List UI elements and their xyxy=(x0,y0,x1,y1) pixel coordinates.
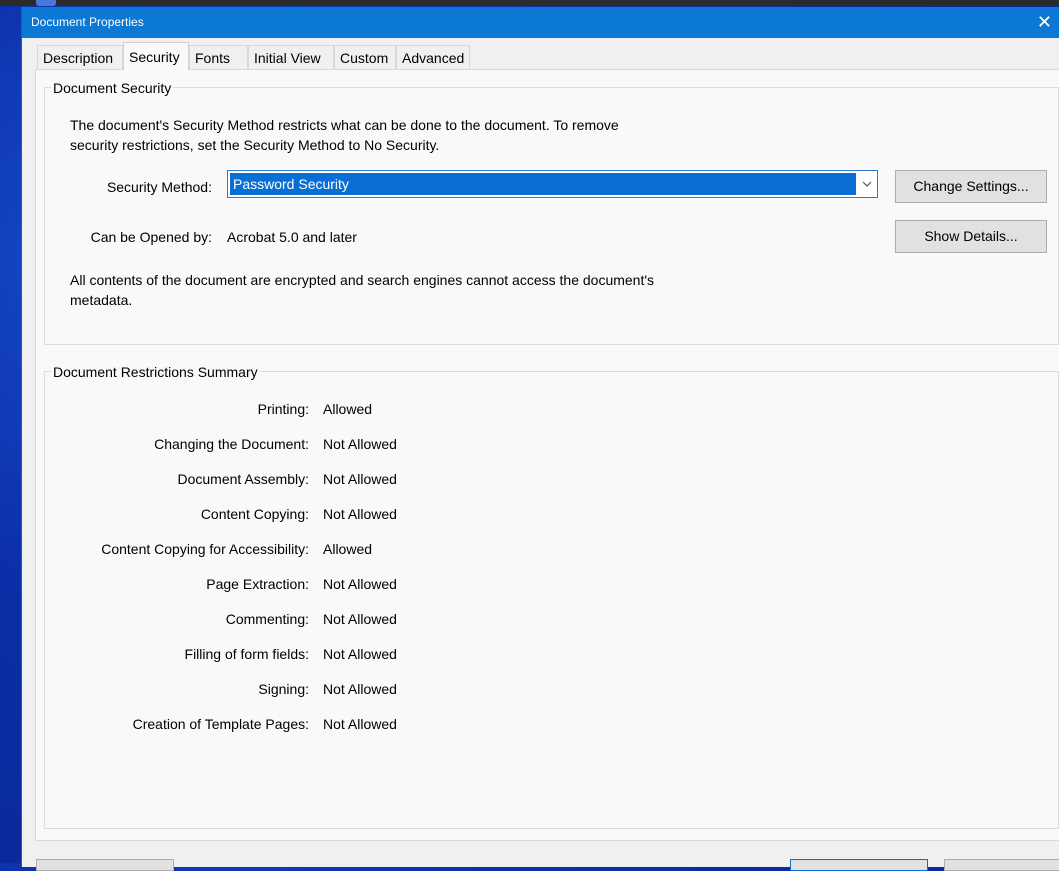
restriction-label: Creation of Template Pages: xyxy=(132,716,309,732)
restriction-value: Not Allowed xyxy=(323,471,397,487)
ok-button[interactable] xyxy=(790,859,928,871)
restrictions-summary-legend: Document Restrictions Summary xyxy=(51,363,260,381)
encryption-note-line-2: metadata. xyxy=(70,292,133,308)
document-security-group: Document Security The document's Securit… xyxy=(44,79,1059,345)
tab-security[interactable]: Security xyxy=(123,42,189,70)
restrictions-summary-group: Document Restrictions Summary Printing: A… xyxy=(44,363,1059,829)
security-description-line-1: The document's Security Method restricts… xyxy=(70,117,619,133)
restriction-label: Page Extraction: xyxy=(206,576,309,592)
tab-description[interactable]: Description xyxy=(37,45,123,69)
security-tab-panel: Document Security The document's Securit… xyxy=(35,69,1059,841)
opened-by-label: Can be Opened by: xyxy=(90,229,212,245)
restriction-value: Not Allowed xyxy=(323,716,397,732)
opened-by-value: Acrobat 5.0 and later xyxy=(227,229,357,245)
document-security-legend: Document Security xyxy=(51,79,174,97)
close-icon[interactable]: ✕ xyxy=(1037,10,1052,34)
restriction-label: Changing the Document: xyxy=(154,436,309,452)
restriction-value: Allowed xyxy=(323,401,373,417)
security-description-line-2: security restrictions, set the Security … xyxy=(70,137,440,153)
restriction-value: Not Allowed xyxy=(323,506,397,522)
taskbar-strip xyxy=(0,0,1059,6)
restriction-value: Not Allowed xyxy=(323,436,397,452)
restriction-label: Document Assembly: xyxy=(177,471,310,487)
restriction-value: Not Allowed xyxy=(323,646,397,662)
security-method-value: Password Security xyxy=(230,173,856,195)
restriction-label: Content Copying for Accessibility: xyxy=(101,541,309,557)
tab-initial-view[interactable]: Initial View xyxy=(248,45,334,69)
restriction-label: Filling of form fields: xyxy=(184,646,309,662)
restriction-value: Not Allowed xyxy=(323,681,397,697)
restriction-label: Commenting: xyxy=(225,611,309,627)
chevron-down-icon[interactable] xyxy=(859,173,875,195)
restriction-value: Not Allowed xyxy=(323,611,397,627)
change-settings-button[interactable]: Change Settings... xyxy=(895,170,1047,203)
restriction-label: Content Copying: xyxy=(200,506,309,522)
encryption-note-line-1: All contents of the document are encrypt… xyxy=(70,272,655,288)
restriction-value: Allowed xyxy=(323,541,373,557)
tab-custom[interactable]: Custom xyxy=(334,45,396,69)
tab-advanced[interactable]: Advanced xyxy=(396,45,470,69)
restriction-label: Printing: xyxy=(257,401,309,417)
help-button[interactable] xyxy=(36,859,174,871)
security-method-select[interactable]: Password Security xyxy=(227,170,878,198)
tab-fonts[interactable]: Fonts xyxy=(189,45,248,69)
show-details-button[interactable]: Show Details... xyxy=(895,220,1047,253)
title-bar: Document Properties ✕ xyxy=(22,7,1059,38)
window-title: Document Properties xyxy=(31,15,144,29)
security-method-label: Security Method: xyxy=(106,179,212,195)
document-properties-dialog: Document Properties ✕ Description Securi… xyxy=(21,7,1059,871)
restriction-label: Signing: xyxy=(258,681,309,697)
cancel-button[interactable] xyxy=(944,859,1059,871)
taskbar-app-button[interactable] xyxy=(36,0,56,6)
restriction-value: Not Allowed xyxy=(323,576,397,592)
